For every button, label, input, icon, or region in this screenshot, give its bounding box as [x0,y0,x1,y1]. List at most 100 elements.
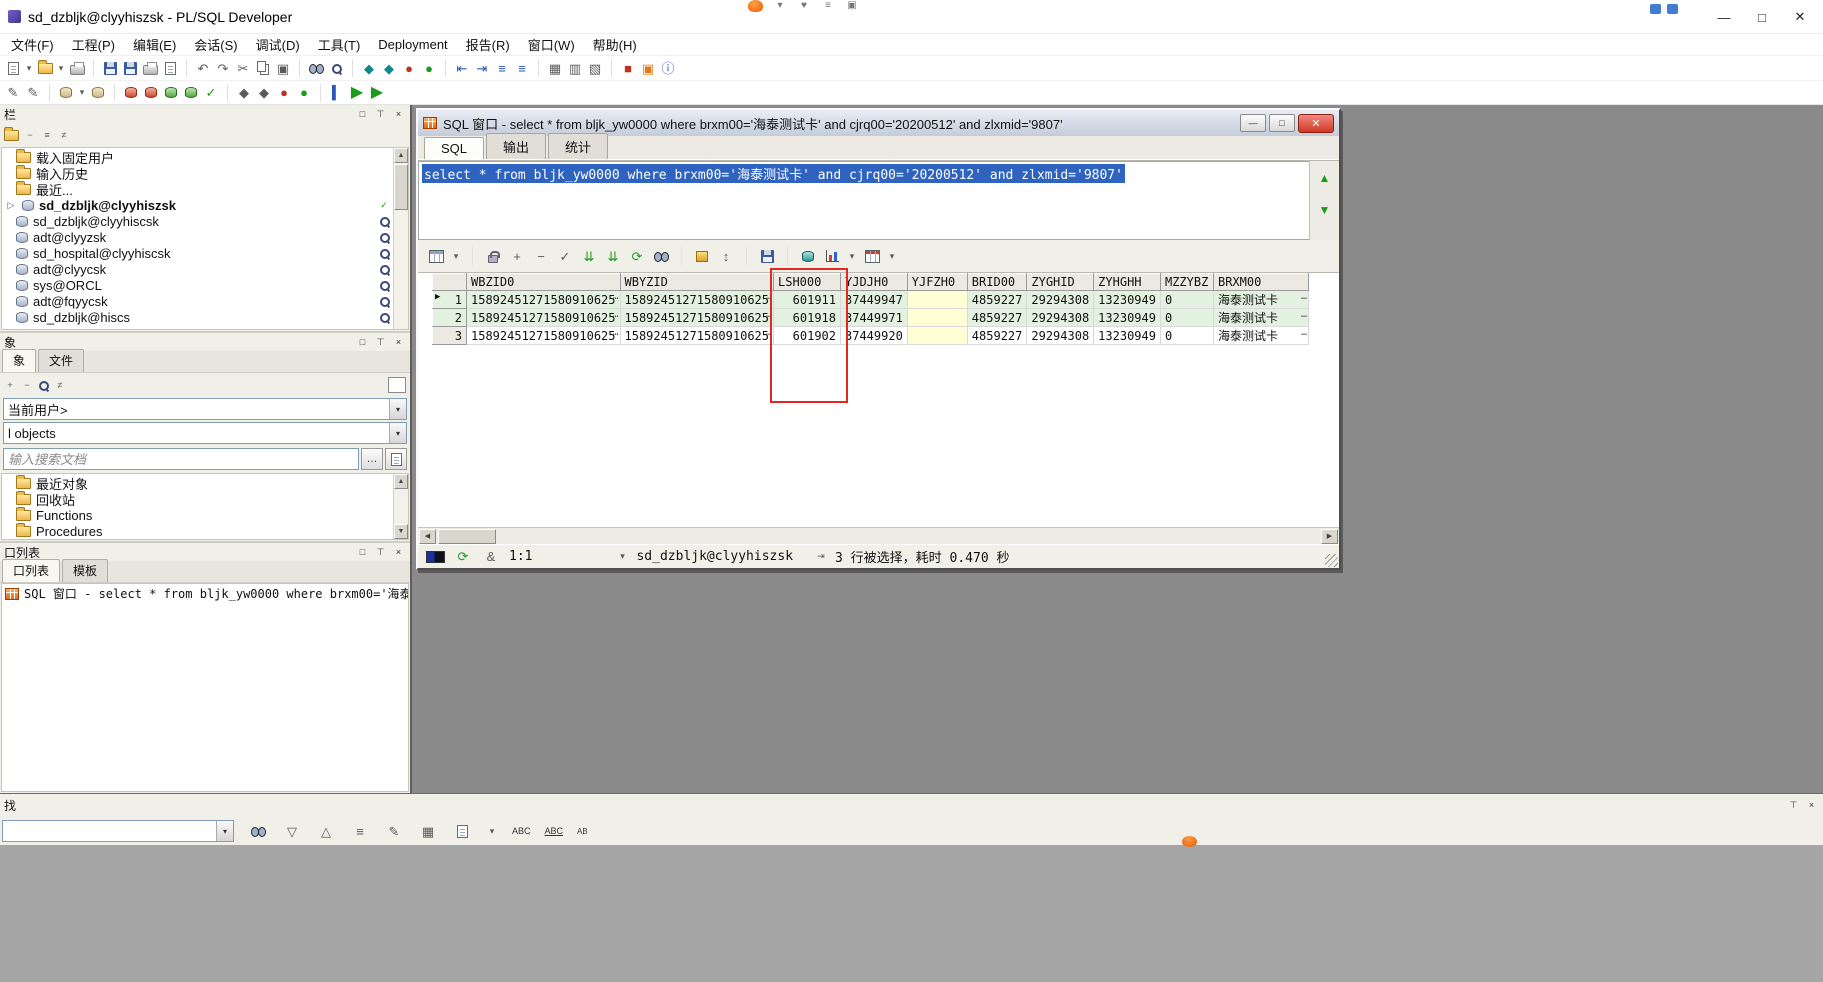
delete-record-icon[interactable]: − [531,247,551,266]
float-panel-icon[interactable]: □ [355,107,370,121]
find-icon[interactable] [248,822,268,841]
grid-cell[interactable]: 13230949 [1093,290,1161,309]
new-dropdown-icon[interactable]: ▾ [23,59,35,78]
background-icon[interactable]: ▾ [773,0,787,12]
pin-panel-icon[interactable]: ⊤ [373,107,388,121]
find-object-icon[interactable] [38,380,49,391]
undo-icon[interactable]: ↶ [193,59,213,78]
folders-icon[interactable] [4,126,19,141]
column-header[interactable]: MZZYBZ [1159,273,1214,291]
grid-cell[interactable]: 601902 [773,326,841,345]
edit-icon[interactable]: ✎ [384,822,404,841]
float-panel-icon[interactable]: □ [355,545,370,559]
error-dot-icon[interactable]: ● [274,83,294,102]
pin-panel-icon[interactable]: ⊤ [373,335,388,349]
menu-tools[interactable]: 工具(T) [311,33,368,56]
open-dropdown-icon[interactable]: ▾ [55,59,67,78]
grid-cell[interactable]: 601918 [773,308,841,327]
open-file-icon[interactable] [35,59,55,78]
tree-item[interactable]: 回收站 [2,490,393,508]
grid-cell[interactable]: 4859227 [966,308,1028,327]
new-file-icon[interactable] [3,59,23,78]
scrollbar-thumb[interactable] [438,528,496,544]
grid-cell[interactable]: 4859227 [966,290,1028,309]
next-statement-icon[interactable]: ▼ [1314,200,1336,220]
grid-cell[interactable]: 29294308 [1026,308,1095,327]
fetch-all-icon[interactable]: ⇊ [603,247,623,266]
tree-item-active-connection[interactable]: ▷ sd_dzbljk@clyyhiszsk ✓ [2,197,393,213]
cell-more-icon[interactable]: … [766,292,772,303]
menu-deployment[interactable]: Deployment [371,35,454,54]
session-dropdown-icon[interactable]: ▾ [76,83,88,102]
report-icon[interactable] [160,59,180,78]
paste-icon[interactable]: ▣ [273,59,293,78]
break-icon[interactable]: ▣ [638,59,658,78]
grid-cell[interactable]: 海泰测试卡… [1212,290,1309,309]
table-row[interactable]: 3 15892451271580910625… 1589245127158091… [432,326,1309,345]
grid-cell[interactable]: 海泰测试卡… [1212,308,1309,327]
search-doc-button[interactable] [385,448,407,470]
row-number-cell[interactable]: 3 [432,326,467,345]
previous-statement-icon[interactable]: ▲ [1314,168,1336,188]
report-icon[interactable] [862,247,882,266]
grid-cell[interactable]: 15892451271580910625… [619,326,774,345]
filter-icon[interactable]: ≠ [58,126,70,145]
grid-mode-icon[interactable] [426,247,446,266]
insert-record-icon[interactable]: + [507,247,527,266]
table-row[interactable]: 2 15892451271580910625… 1589245127158091… [432,308,1309,327]
cell-more-icon[interactable]: … [1301,328,1307,339]
save-results-icon[interactable] [757,247,777,266]
minimize-button[interactable]: — [1705,4,1743,30]
session2-icon[interactable] [88,83,108,102]
print-icon[interactable] [67,59,87,78]
tree-item[interactable]: adt@clyyzsk [2,229,393,245]
redo-icon[interactable]: ↷ [213,59,233,78]
grid-cell[interactable]: 13230949 [1093,326,1161,345]
scroll-left-icon[interactable]: ◀ [419,528,436,544]
format-icon[interactable]: ≡ [492,59,512,78]
grid-cell[interactable]: 15892451271580910625… [466,326,621,345]
cell-more-icon[interactable]: … [1301,310,1307,321]
scrollbar-thumb[interactable] [394,164,408,210]
grid-corner[interactable] [432,273,467,291]
find-next-icon[interactable] [326,59,346,78]
grid-cell[interactable]: 37449971 [840,308,908,327]
whole-word-icon[interactable]: AB [577,827,588,836]
menu-edit[interactable]: 编辑(E) [126,33,183,56]
find-in-grid-icon[interactable] [651,247,671,266]
scroll-up-icon[interactable]: ▲ [394,474,408,489]
grid-cell[interactable]: 29294308 [1026,290,1095,309]
close-panel-icon[interactable]: × [391,545,406,559]
compile2-icon[interactable]: ◆ [254,83,274,102]
ok-dot-icon[interactable]: ● [294,83,314,102]
exec-bar-icon[interactable]: ▍ [327,83,347,102]
column-header[interactable]: WBYZID [619,273,774,291]
background-icon[interactable]: ▣ [845,0,859,12]
grid-cell[interactable]: 37449947 [840,290,908,309]
close-button[interactable]: ✕ [1781,4,1819,30]
column-header[interactable]: ZYGHID [1026,273,1095,291]
tree-item[interactable]: 最近... [2,180,393,198]
child-minimize-button[interactable]: — [1240,114,1266,132]
object-filter-dropdown[interactable]: l objects ▾ [3,422,407,444]
tab-output[interactable]: 输出 [486,133,547,159]
close-panel-icon[interactable]: × [391,335,406,349]
breakpoint-icon[interactable]: ● [399,59,419,78]
expander-icon[interactable]: ▷ [5,196,17,215]
grid-cell[interactable]: 29294308 [1026,326,1095,345]
menu-report[interactable]: 报告(R) [459,33,517,56]
save-as-icon[interactable] [120,59,140,78]
tab-objects[interactable]: 象 [2,349,37,372]
mark-all-icon[interactable]: ≡ [350,822,370,841]
navigate-back-icon[interactable]: ◆ [359,59,379,78]
find-icon[interactable] [306,59,326,78]
browser-logo-icon[interactable] [748,0,763,12]
results-grid[interactable]: WBZID0 WBYZID LSH000 YJDJH0 YJFZH0 BRID0… [432,273,1309,345]
grid-cell[interactable]: 0 [1159,326,1214,345]
app-titlebar[interactable]: sd_dzbljk@clyyhiszsk - PL/SQL Developer … [0,0,1823,34]
tab-templates[interactable]: 模板 [62,559,109,582]
cell-more-icon[interactable]: … [766,328,772,339]
print-preview-icon[interactable] [140,59,160,78]
window-list-item[interactable]: SQL 窗口 - select * from bljk_yw0000 where… [2,585,408,602]
split-window-icon[interactable]: ▧ [585,59,605,78]
